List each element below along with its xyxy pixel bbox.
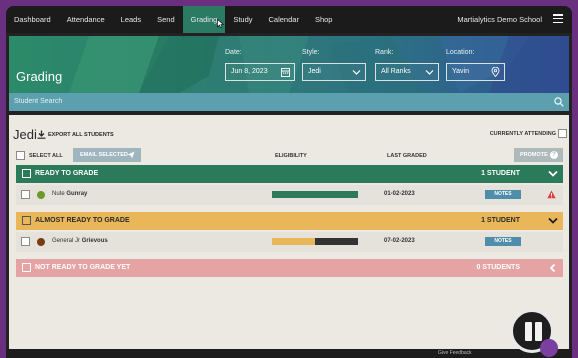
search-icon[interactable] [554,97,564,107]
group-count: 0 STUDENTS [476,264,520,271]
nav-item-grading[interactable]: Grading [182,6,226,33]
group-label: ALMOST READY TO GRADE [35,217,130,224]
student-name[interactable]: General Jr Grievous [52,238,108,244]
group-count: 1 STUDENT [481,217,520,224]
student-name-last: Grievous [81,238,108,244]
last-graded-date: 01-02-2023 [384,191,415,197]
rank-title: Jedi [13,127,37,142]
notes-button[interactable]: NOTES [485,237,521,246]
nav-item-study[interactable]: Study [225,6,260,33]
group-count: 1 STUDENT [481,170,520,177]
email-selected-button[interactable]: EMAIL SELECTED [73,148,141,162]
group-almost-ready-to-grade[interactable]: ALMOST READY TO GRADE 1 STUDENT [16,212,563,230]
calendar-icon [281,68,290,77]
rank-color-dot [37,238,45,246]
nav-item-send[interactable]: Send [149,6,183,33]
eligibility-bar-fill [272,238,315,245]
student-checkbox[interactable] [21,237,30,246]
date-field[interactable]: Jun 8, 2023 [225,63,295,81]
chevron-down-icon [352,70,361,75]
student-checkbox[interactable] [21,190,30,199]
give-feedback-link[interactable]: Give Feedback [438,350,472,356]
top-navigation: Dashboard Attendance Leads Send Grading … [6,6,572,33]
last-graded-header: LAST GRADED [387,153,427,159]
chevron-down-icon[interactable] [548,217,558,225]
rank-color-dot [37,191,45,199]
eligibility-bar-remaining [315,238,358,245]
location-label: Location: [446,49,475,56]
notes-button[interactable]: NOTES [485,190,521,199]
grading-panel: Jedi EXPORT ALL STUDENTS CURRENTLY ATTEN… [9,115,569,355]
student-row[interactable]: General Jr Grievous 07-02-2023 NOTES [16,232,563,252]
eligibility-bar-fill [272,191,358,198]
nav-item-grading-label: Grading [190,15,218,24]
student-name-first: General Jr [52,238,81,244]
student-name[interactable]: Nute Gunray [52,191,87,197]
app-window: Dashboard Attendance Leads Send Grading … [6,6,572,358]
nav-item-calendar[interactable]: Calendar [261,6,307,33]
page-title: Grading [16,69,63,84]
style-label: Style: [302,49,320,56]
export-all-students-button[interactable]: EXPORT ALL STUDENTS [37,130,114,139]
student-search-input[interactable]: Student Search [9,93,569,111]
search-placeholder: Student Search [14,98,63,105]
download-icon [37,130,46,139]
school-name: Martialytics Demo School [457,15,542,24]
group-ready-to-grade[interactable]: READY TO GRADE 1 STUDENT [16,165,563,183]
group-not-ready-to-grade[interactable]: NOT READY TO GRADE YET 0 STUDENTS [16,259,563,277]
rank-value: All Ranks [381,68,411,75]
chat-bubble-icon[interactable] [540,339,558,357]
email-selected-label: EMAIL SELECTED [80,152,128,158]
grading-header-banner: Grading Date: Jun 8, 2023 Style: Jedi Ra… [9,36,569,93]
student-name-last: Gunray [66,191,88,197]
student-row[interactable]: Nute Gunray 01-02-2023 NOTES [16,185,563,205]
group-label: NOT READY TO GRADE YET [35,264,131,271]
eligibility-header: ELIGIBILITY [275,153,307,159]
nav-item-leads[interactable]: Leads [113,6,149,33]
style-value: Jedi [308,68,321,75]
group-checkbox[interactable] [22,216,31,225]
export-label: EXPORT ALL STUDENTS [48,132,114,138]
chevron-down-icon [425,70,434,75]
select-all-checkbox[interactable] [16,151,25,160]
date-label: Date: [225,49,242,56]
nav-item-shop[interactable]: Shop [307,6,341,33]
group-label: READY TO GRADE [35,170,99,177]
warning-icon [547,190,556,199]
location-value: Yavin [452,68,469,75]
hamburger-menu-icon[interactable] [553,14,563,24]
pause-bar-left [525,322,532,341]
location-field[interactable]: Yavin [446,63,505,81]
currently-attending-toggle[interactable]: CURRENTLY ATTENDING [490,131,556,137]
date-value: Jun 8, 2023 [231,68,268,75]
location-pin-icon [491,67,500,77]
chevron-left-icon[interactable] [548,264,558,272]
group-checkbox[interactable] [22,169,31,178]
send-icon [127,151,135,159]
eligibility-bar [272,191,358,198]
currently-attending-label: CURRENTLY ATTENDING [489,131,556,137]
promote-button[interactable]: PROMOTE ? [514,148,563,162]
footer-bar: Give Feedback [6,349,572,358]
select-all-label: SELECT ALL [29,153,63,159]
rank-label: Rank: [375,49,394,56]
nav-item-dashboard[interactable]: Dashboard [6,6,59,33]
eligibility-bar [272,238,358,245]
nav-item-attendance[interactable]: Attendance [59,6,113,33]
student-name-first: Nute [52,191,65,197]
pause-bar-right [535,322,542,341]
help-icon[interactable]: ? [550,151,558,159]
last-graded-date: 07-02-2023 [384,238,415,244]
mouse-cursor-icon [216,19,224,28]
promote-label: PROMOTE [520,152,548,158]
currently-attending-checkbox[interactable] [558,129,567,138]
style-select[interactable]: Jedi [302,63,366,81]
chevron-down-icon[interactable] [548,170,558,178]
rank-select[interactable]: All Ranks [375,63,439,81]
group-checkbox[interactable] [22,263,31,272]
